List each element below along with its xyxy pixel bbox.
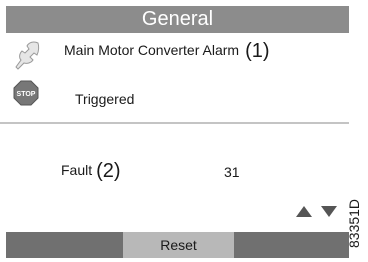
- alarm-message-text: Main Motor Converter Alarm: [64, 42, 240, 58]
- fault-value: 31: [224, 164, 240, 180]
- alarm-message: Main Motor Converter Alarm (1): [64, 40, 270, 63]
- wrench-icon: [15, 41, 40, 70]
- arrow-up-icon[interactable]: [296, 206, 312, 217]
- alarm-callout: (1): [245, 40, 270, 62]
- fault-label-text: Fault: [61, 162, 93, 178]
- svg-text:STOP: STOP: [17, 91, 36, 98]
- screen-title: General: [6, 6, 349, 33]
- arrow-down-icon[interactable]: [321, 206, 337, 217]
- figure-code: 83351D: [346, 198, 362, 248]
- fault-callout: (2): [96, 160, 121, 182]
- fault-label: Fault (2): [61, 160, 121, 183]
- stop-sign-icon: STOP: [13, 80, 39, 106]
- alarm-status: Triggered: [75, 91, 135, 107]
- divider: [0, 122, 349, 124]
- reset-button[interactable]: Reset: [123, 232, 234, 258]
